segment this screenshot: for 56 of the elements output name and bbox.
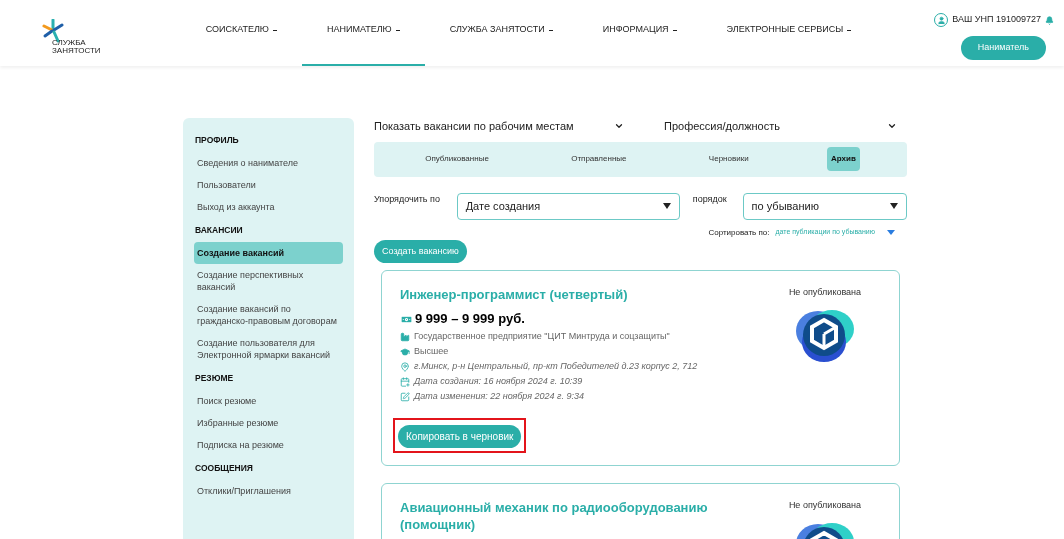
graduation-cap-icon <box>400 346 410 357</box>
sidebar-item[interactable]: Поиск резюме <box>194 390 343 412</box>
sidebar-item[interactable]: Создание перспективных вакансий <box>194 264 343 298</box>
address: г.Минск, р-н Центральный, пр-кт Победителей д.23 корпус 2, 712 <box>414 360 698 373</box>
dropdown-caret-icon <box>887 230 895 235</box>
nav-menu-item[interactable]: НАНИМАТЕЛЮ <box>301 0 425 66</box>
caret-icon <box>272 29 277 31</box>
sort-field-label: Упорядочить по <box>374 192 441 206</box>
profession-dropdown[interactable]: Профессия/должность <box>664 118 897 135</box>
caret-icon <box>548 29 553 31</box>
employer-name: Государственное предприятие "ЦИТ Минтруда и соцзащиты" <box>414 330 670 343</box>
education-level: Высшее <box>414 345 449 358</box>
nav-menu-item[interactable]: ЭЛЕКТРОННЫЕ СЕРВИСЫ <box>701 0 877 66</box>
sidebar-item[interactable]: Пользователи <box>194 174 343 196</box>
modified-date: Дата изменения: 22 ноября 2024 г. 9:34 <box>414 390 585 403</box>
sidebar-heading: ПРОФИЛЬ <box>195 134 240 147</box>
sidebar-heading: ВАКАНСИИ <box>195 224 244 237</box>
nav-menu-item[interactable]: СЛУЖБА ЗАНЯТОСТИ <box>424 0 578 66</box>
sidebar-item[interactable]: Сведения о нанимателе <box>194 152 343 174</box>
factory-icon <box>400 331 410 342</box>
dropdown-caret-icon <box>662 203 671 209</box>
map-pin-icon <box>400 361 410 372</box>
tab[interactable]: Черновики <box>704 147 753 171</box>
edit-icon <box>400 391 410 402</box>
sidebar-item[interactable]: Подписка на резюме <box>194 434 343 456</box>
status-label: Не опубликована <box>788 286 862 299</box>
nav-menu-item[interactable]: ИНФОРМАЦИЯ <box>577 0 702 66</box>
sidebar-item[interactable]: Избранные резюме <box>194 412 343 434</box>
sidebar-item[interactable]: Создание пользователя для Электронной ярмарки вакансий <box>194 332 343 366</box>
sort-field-select[interactable]: Дате создания <box>456 192 680 220</box>
sidebar-item[interactable]: Создание вакансий <box>194 242 343 264</box>
logo-text: СЛУЖБА <box>52 39 87 47</box>
created-date: Дата создания: 16 ноября 2024 г. 10:39 <box>414 375 583 388</box>
caret-icon <box>672 29 677 31</box>
sidebar-item[interactable]: Отклики/Приглашения <box>194 480 343 502</box>
sidebar-heading: СООБЩЕНИЯ <box>195 462 254 475</box>
caret-icon <box>847 29 852 31</box>
account-id[interactable]: ВАШ УНП 191009727 <box>952 13 1041 27</box>
logo-text: ЗАНЯТОСТИ <box>52 47 101 55</box>
tab[interactable]: Опубликованные <box>421 147 493 171</box>
nav-menu-item[interactable]: СОИСКАТЕЛЮ <box>180 0 302 66</box>
sidebar-heading: РЕЗЮМЕ <box>195 372 235 385</box>
sidebar-item[interactable]: Выход из аккаунта <box>194 196 343 218</box>
workplaces-dropdown[interactable]: Показать вакансии по рабочим местам <box>374 118 624 135</box>
sidebar-item[interactable]: Создание вакансий по гражданско-правовым договорам <box>194 298 343 332</box>
tab[interactable]: Архив <box>826 147 860 171</box>
status-label: Не опубликована <box>788 499 862 512</box>
sort-order-select[interactable]: по убыванию <box>742 192 907 220</box>
sort-label: Сортировать по: <box>708 226 770 239</box>
bell-icon[interactable] <box>1045 15 1054 25</box>
tab[interactable]: Отправленные <box>567 147 631 171</box>
salary: 9 999 – 9 999 руб. <box>415 311 525 327</box>
dropdown-caret-icon <box>890 203 898 209</box>
calendar-icon <box>400 376 410 387</box>
sort-order-label: порядок <box>692 192 728 206</box>
caret-icon <box>395 29 400 31</box>
